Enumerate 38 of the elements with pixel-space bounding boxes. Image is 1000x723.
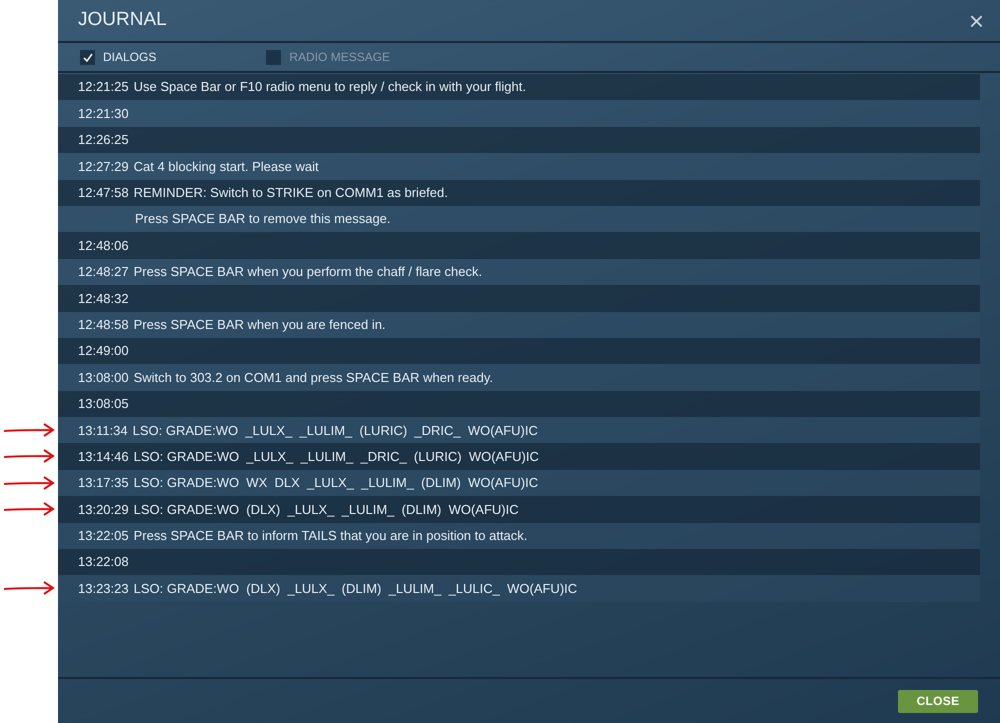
timestamp: 13:22:05: [78, 527, 129, 546]
checkbox[interactable]: [266, 50, 282, 64]
timestamp: 13:20:29: [78, 500, 129, 519]
timestamp: 12:48:06: [78, 236, 129, 255]
checkbox[interactable]: [80, 50, 95, 64]
window-title: JOURNAL: [78, 8, 167, 32]
timestamp: 12:26:25: [78, 131, 129, 150]
message-text: Press SPACE BAR when you perform the chaff / flare check.: [134, 263, 482, 282]
timestamp: 12:48:32: [78, 290, 129, 308]
filter-label[interactable]: DIALOGS: [103, 48, 156, 66]
timestamp: 13:17:35: [78, 474, 129, 492]
message-text: Use Space Bar or F10 radio menu to reply / check in with your flight.: [134, 78, 526, 96]
timestamp: 12:21:25: [78, 78, 129, 96]
message-text: Press SPACE BAR to remove this message.: [135, 210, 391, 228]
timestamp: 12:21:30: [78, 104, 129, 123]
message-text: LSO: GRADE:WO (DLX) _LULX_ (DLIM) _LULIM_ _LULIC_ WO(AFU)IC: [134, 580, 578, 598]
message-text: LSO: GRADE:WO (DLX) _LULX_ _LULIM_ (DLIM) WO(AFU)IC: [134, 500, 519, 519]
message-text: Cat 4 blocking start. Please wait: [134, 158, 319, 176]
message-text: Press SPACE BAR to inform TAILS that you are in position to attack.: [134, 527, 528, 546]
timestamp: 13:08:00: [78, 368, 129, 387]
timestamp: 12:48:27: [78, 263, 129, 282]
timestamp: 13:08:05: [78, 395, 129, 414]
timestamp: 12:27:29: [78, 158, 129, 176]
timestamp: 13:14:46: [78, 448, 129, 466]
timestamp: 13:22:08: [78, 553, 129, 572]
timestamp: 12:48:58: [78, 316, 129, 334]
message-text: Press SPACE BAR when you are fenced in.: [134, 316, 386, 334]
timestamp: 13:11:34: [78, 422, 128, 440]
close-button[interactable]: CLOSE: [898, 690, 978, 712]
timestamp: 12:49:00: [78, 342, 129, 360]
message-text: Switch to 303.2 on COM1 and press SPACE BAR when ready.: [134, 368, 493, 387]
timestamp: 13:23:23: [78, 580, 129, 598]
message-text: LSO: GRADE:WO _LULX_ _LULIM_ _DRIC_ (LURIC) WO(AFU)IC: [134, 448, 539, 466]
message-text: LSO: GRADE:WO _LULX_ _LULIM_ (LURIC) _DRIC_ WO(AFU)IC: [132, 422, 538, 440]
message-text: LSO: GRADE:WO WX DLX _LULX_ _LULIM_ (DLIM) WO(AFU)IC: [134, 474, 538, 492]
checkmark-icon: [82, 52, 92, 62]
message-text: REMINDER: Switch to STRIKE on COMM1 as briefed.: [134, 184, 448, 202]
timestamp: 12:47:58: [78, 184, 129, 202]
